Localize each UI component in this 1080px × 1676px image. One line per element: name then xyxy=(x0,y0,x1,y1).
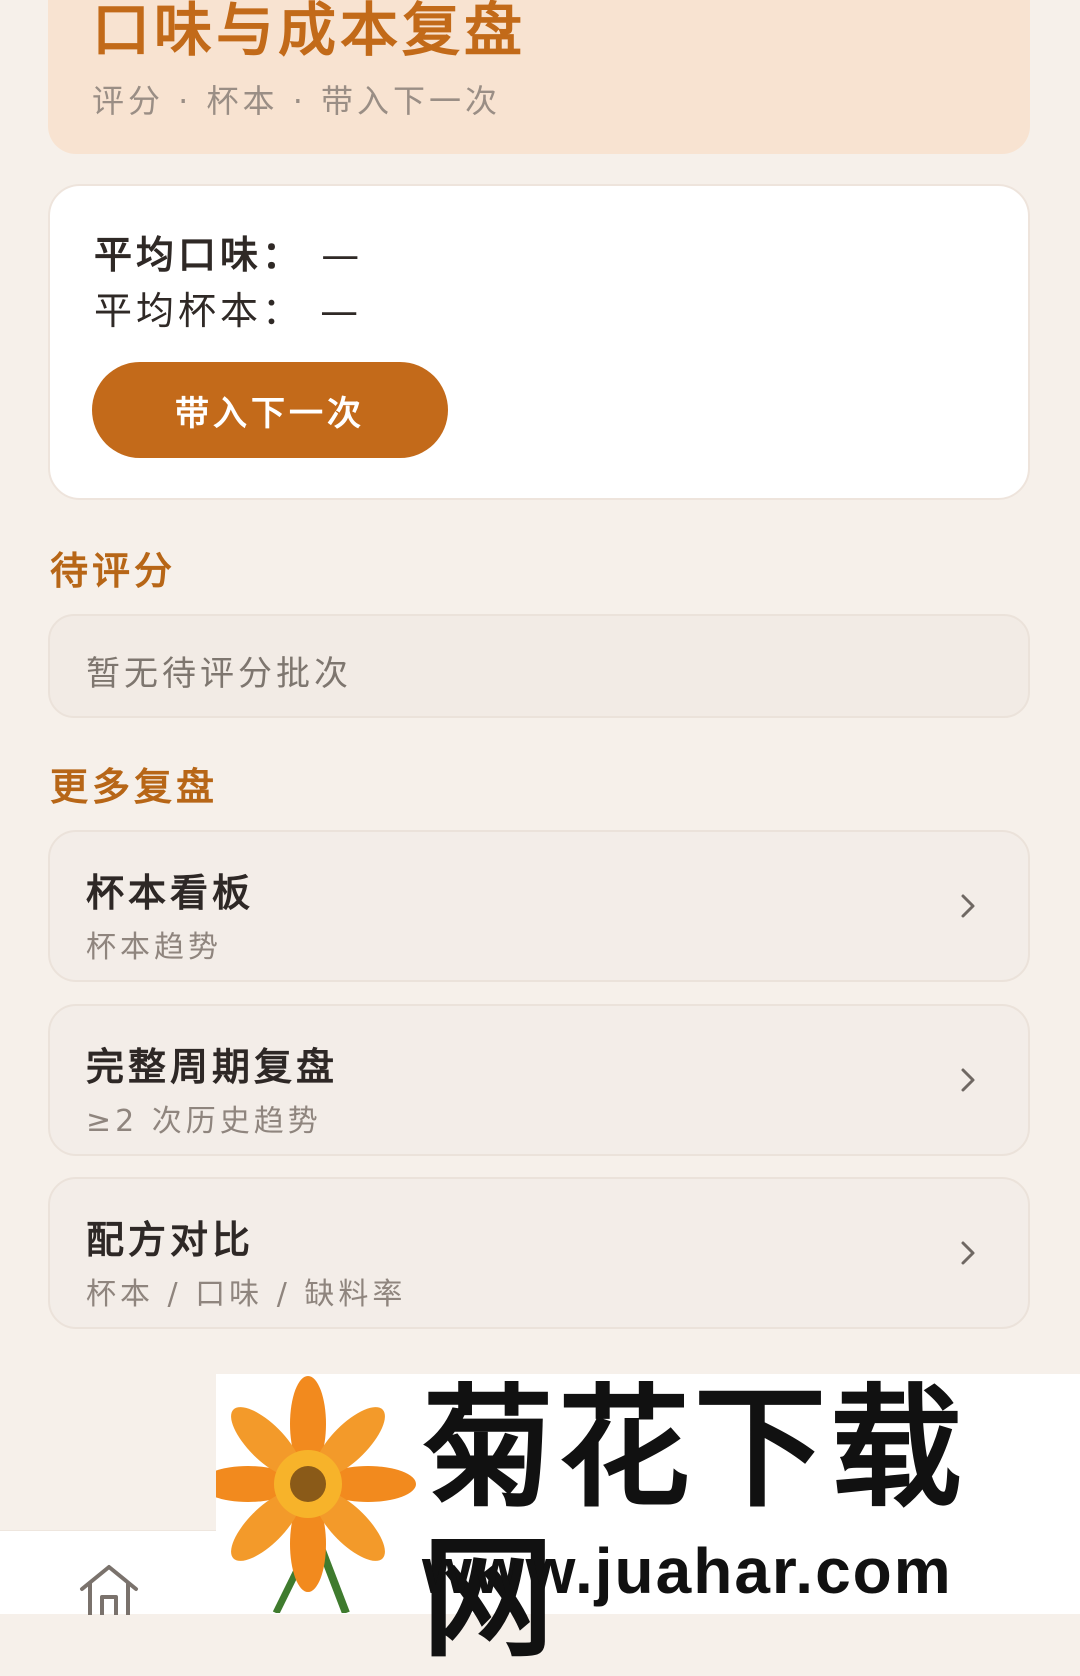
nav-item-title: 配方对比 xyxy=(86,1218,255,1262)
avg-cost-row: 平均杯本： — xyxy=(94,280,362,335)
avg-taste-value: — xyxy=(321,233,364,277)
nav-item-cost-board[interactable]: 杯本看板 杯本趋势 xyxy=(48,830,1030,982)
pending-empty-text: 暂无待评分批次 xyxy=(86,654,352,694)
page-title: 口味与成本复盘 xyxy=(92,0,527,64)
pending-section-title: 待评分 xyxy=(50,549,177,593)
avg-taste-row: 平均口味： — xyxy=(94,224,363,279)
nav-item-title: 完整周期复盘 xyxy=(86,1045,339,1089)
nav-item-recipe-compare[interactable]: 配方对比 杯本 / 口味 / 缺料率 xyxy=(48,1177,1030,1329)
chevron-right-icon xyxy=(961,1241,975,1265)
chevron-right-icon xyxy=(961,894,975,918)
watermark-banner: 菊花下载网 www.juahar.com xyxy=(216,1374,1080,1674)
pending-empty-box: 暂无待评分批次 xyxy=(48,614,1030,718)
nav-item-subtitle: 杯本 / 口味 / 缺料率 xyxy=(86,1277,407,1312)
flower-logo-icon xyxy=(216,1376,416,1613)
nav-item-subtitle: ≥2 次历史趋势 xyxy=(86,1104,322,1139)
nav-item-full-cycle-review[interactable]: 完整周期复盘 ≥2 次历史趋势 xyxy=(48,1004,1030,1156)
watermark-url: www.juahar.com xyxy=(422,1535,953,1607)
watermark-title: 菊花下载网 xyxy=(422,1372,966,1676)
carry-to-next-button[interactable]: 带入下一次 xyxy=(92,362,448,458)
avg-cost-value: — xyxy=(320,289,363,333)
page-subtitle: 评分 · 杯本 · 带入下一次 xyxy=(92,82,502,120)
home-icon[interactable] xyxy=(78,1563,140,1615)
nav-item-subtitle: 杯本趋势 xyxy=(86,930,222,965)
summary-card: 平均口味： — 平均杯本： — 带入下一次 xyxy=(48,184,1030,500)
avg-cost-label: 平均杯本： xyxy=(94,289,305,333)
nav-item-title: 杯本看板 xyxy=(86,871,255,915)
avg-taste-label: 平均口味： xyxy=(94,233,305,277)
more-section-title: 更多复盘 xyxy=(50,765,219,809)
chevron-right-icon xyxy=(961,1068,975,1092)
